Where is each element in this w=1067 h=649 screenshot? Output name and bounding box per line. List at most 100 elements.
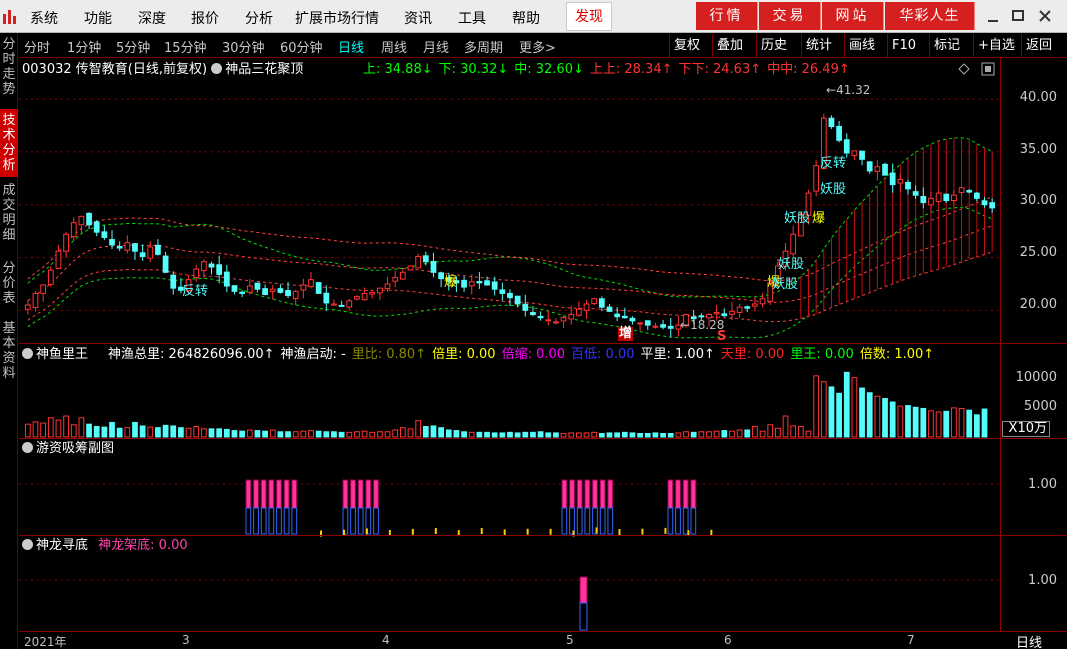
reversal-annotation: 反转 xyxy=(820,156,847,171)
band-lines xyxy=(27,137,993,339)
sub1-bottom-bar xyxy=(373,507,379,535)
volume-bar xyxy=(545,432,552,438)
demon-stock-annotation: 妖股 xyxy=(784,211,811,226)
volume-bar xyxy=(415,420,422,438)
volume-bar xyxy=(560,433,567,438)
volume-bar xyxy=(47,417,54,438)
diamond-icon[interactable] xyxy=(958,63,970,75)
y-tick: 5000 xyxy=(1023,399,1057,414)
candle-body xyxy=(63,233,69,252)
upper-upper-band-line xyxy=(27,196,993,282)
candle-body xyxy=(415,255,422,269)
indicator-values: 上: 34.88↓ 下: 30.32↓ 中: 32.60↓ 上上: 28.34↑ 下下:… xyxy=(363,62,856,78)
candle-body xyxy=(667,325,674,329)
gear-icon[interactable] xyxy=(22,442,33,453)
volume-bar xyxy=(101,426,108,438)
x-axis-label: 5 xyxy=(566,633,574,647)
sub1-top-bar xyxy=(599,479,606,509)
candle-body xyxy=(629,317,636,322)
volume-bar xyxy=(614,432,621,438)
volume-bar xyxy=(185,427,192,438)
candle-body xyxy=(78,215,85,226)
volume-bar xyxy=(445,429,452,438)
panel-divider xyxy=(19,535,1067,536)
volume-bar xyxy=(155,427,161,438)
candle-body xyxy=(55,250,62,269)
candle-body xyxy=(422,255,429,263)
volume-bar xyxy=(928,410,934,438)
volume-bar xyxy=(484,431,490,438)
volume-bar xyxy=(216,428,223,438)
volume-bar xyxy=(897,405,904,438)
volume-bar xyxy=(277,431,284,438)
candle-body xyxy=(591,298,598,305)
sub1-bottom-bar xyxy=(268,507,275,535)
volume-bar xyxy=(346,431,353,438)
volume-indicator-name[interactable]: 神鱼里王 xyxy=(36,347,88,362)
volume-bar xyxy=(759,430,766,438)
volume-bar xyxy=(208,428,215,438)
sub1-bottom-bar xyxy=(276,507,282,535)
candle-body xyxy=(361,292,368,301)
gear-icon[interactable] xyxy=(22,348,33,359)
volume-bar xyxy=(430,425,437,438)
sub1-signal-bar xyxy=(434,528,437,535)
volume-bar xyxy=(767,424,774,438)
indicator-name[interactable]: 神品三花聚顶 xyxy=(225,62,303,77)
candle-body xyxy=(323,292,330,304)
sub1-top-bar xyxy=(291,479,298,509)
volume-indicator-value: 里王: 0.00 xyxy=(790,347,854,362)
sub2-bottom-bar xyxy=(579,602,588,631)
gear-icon[interactable] xyxy=(211,63,223,74)
candle-body xyxy=(866,161,873,172)
candle-body xyxy=(813,165,820,192)
period-indicator[interactable]: 日线 xyxy=(1016,632,1042,649)
candle-body xyxy=(729,310,735,315)
candle-body xyxy=(514,295,521,305)
volume-bar xyxy=(86,423,92,438)
candle-body xyxy=(285,290,291,297)
y-tick: 30.00 xyxy=(1019,193,1057,208)
sub1-bottom-bar xyxy=(291,507,298,535)
x-axis-label: 6 xyxy=(724,633,732,647)
volume-bar xyxy=(354,431,360,438)
volume-bar xyxy=(629,432,636,438)
volume-bar xyxy=(323,431,330,438)
sub1-indicator-name[interactable]: 游资吸筹副图 xyxy=(36,441,114,456)
candle-body xyxy=(86,212,92,226)
volume-bar xyxy=(285,431,291,438)
sell-annotation: S xyxy=(717,329,727,344)
y-tick: 1.00 xyxy=(1028,573,1057,588)
candle-body xyxy=(874,166,881,172)
gear-icon[interactable] xyxy=(22,539,33,550)
volume-bar xyxy=(690,431,697,438)
sub1-signal-bar xyxy=(595,527,598,534)
candle-body xyxy=(461,279,467,288)
candle-body xyxy=(889,172,896,186)
volume-bar xyxy=(422,426,429,438)
candle-body xyxy=(958,187,965,193)
sub2-bars xyxy=(579,576,588,631)
candle-body xyxy=(989,202,996,209)
volume-indicator-value: 平里: 1.00↑ xyxy=(640,347,715,362)
volume-bar xyxy=(292,431,299,438)
x-axis-label: 2021年 xyxy=(24,635,67,649)
candle-body xyxy=(216,264,223,275)
candle-body xyxy=(354,296,360,300)
volume-bar xyxy=(109,421,115,438)
volume-bar xyxy=(721,430,728,438)
volume-bar xyxy=(361,430,368,438)
candle-body xyxy=(943,193,950,201)
candle-body xyxy=(736,306,743,313)
panel-divider xyxy=(19,438,1067,439)
volume-bar xyxy=(836,392,842,438)
candle-body xyxy=(430,260,437,273)
sub2-indicator-name[interactable]: 神龙寻底 xyxy=(36,538,88,553)
volume-bar xyxy=(943,410,950,438)
high-price-label: ←41.32 xyxy=(826,83,871,97)
candle-body xyxy=(116,246,123,249)
window-toggle-icon[interactable] xyxy=(981,62,995,76)
candle-body xyxy=(109,239,115,246)
panel-divider xyxy=(19,631,1067,632)
volume-bar xyxy=(935,411,942,438)
